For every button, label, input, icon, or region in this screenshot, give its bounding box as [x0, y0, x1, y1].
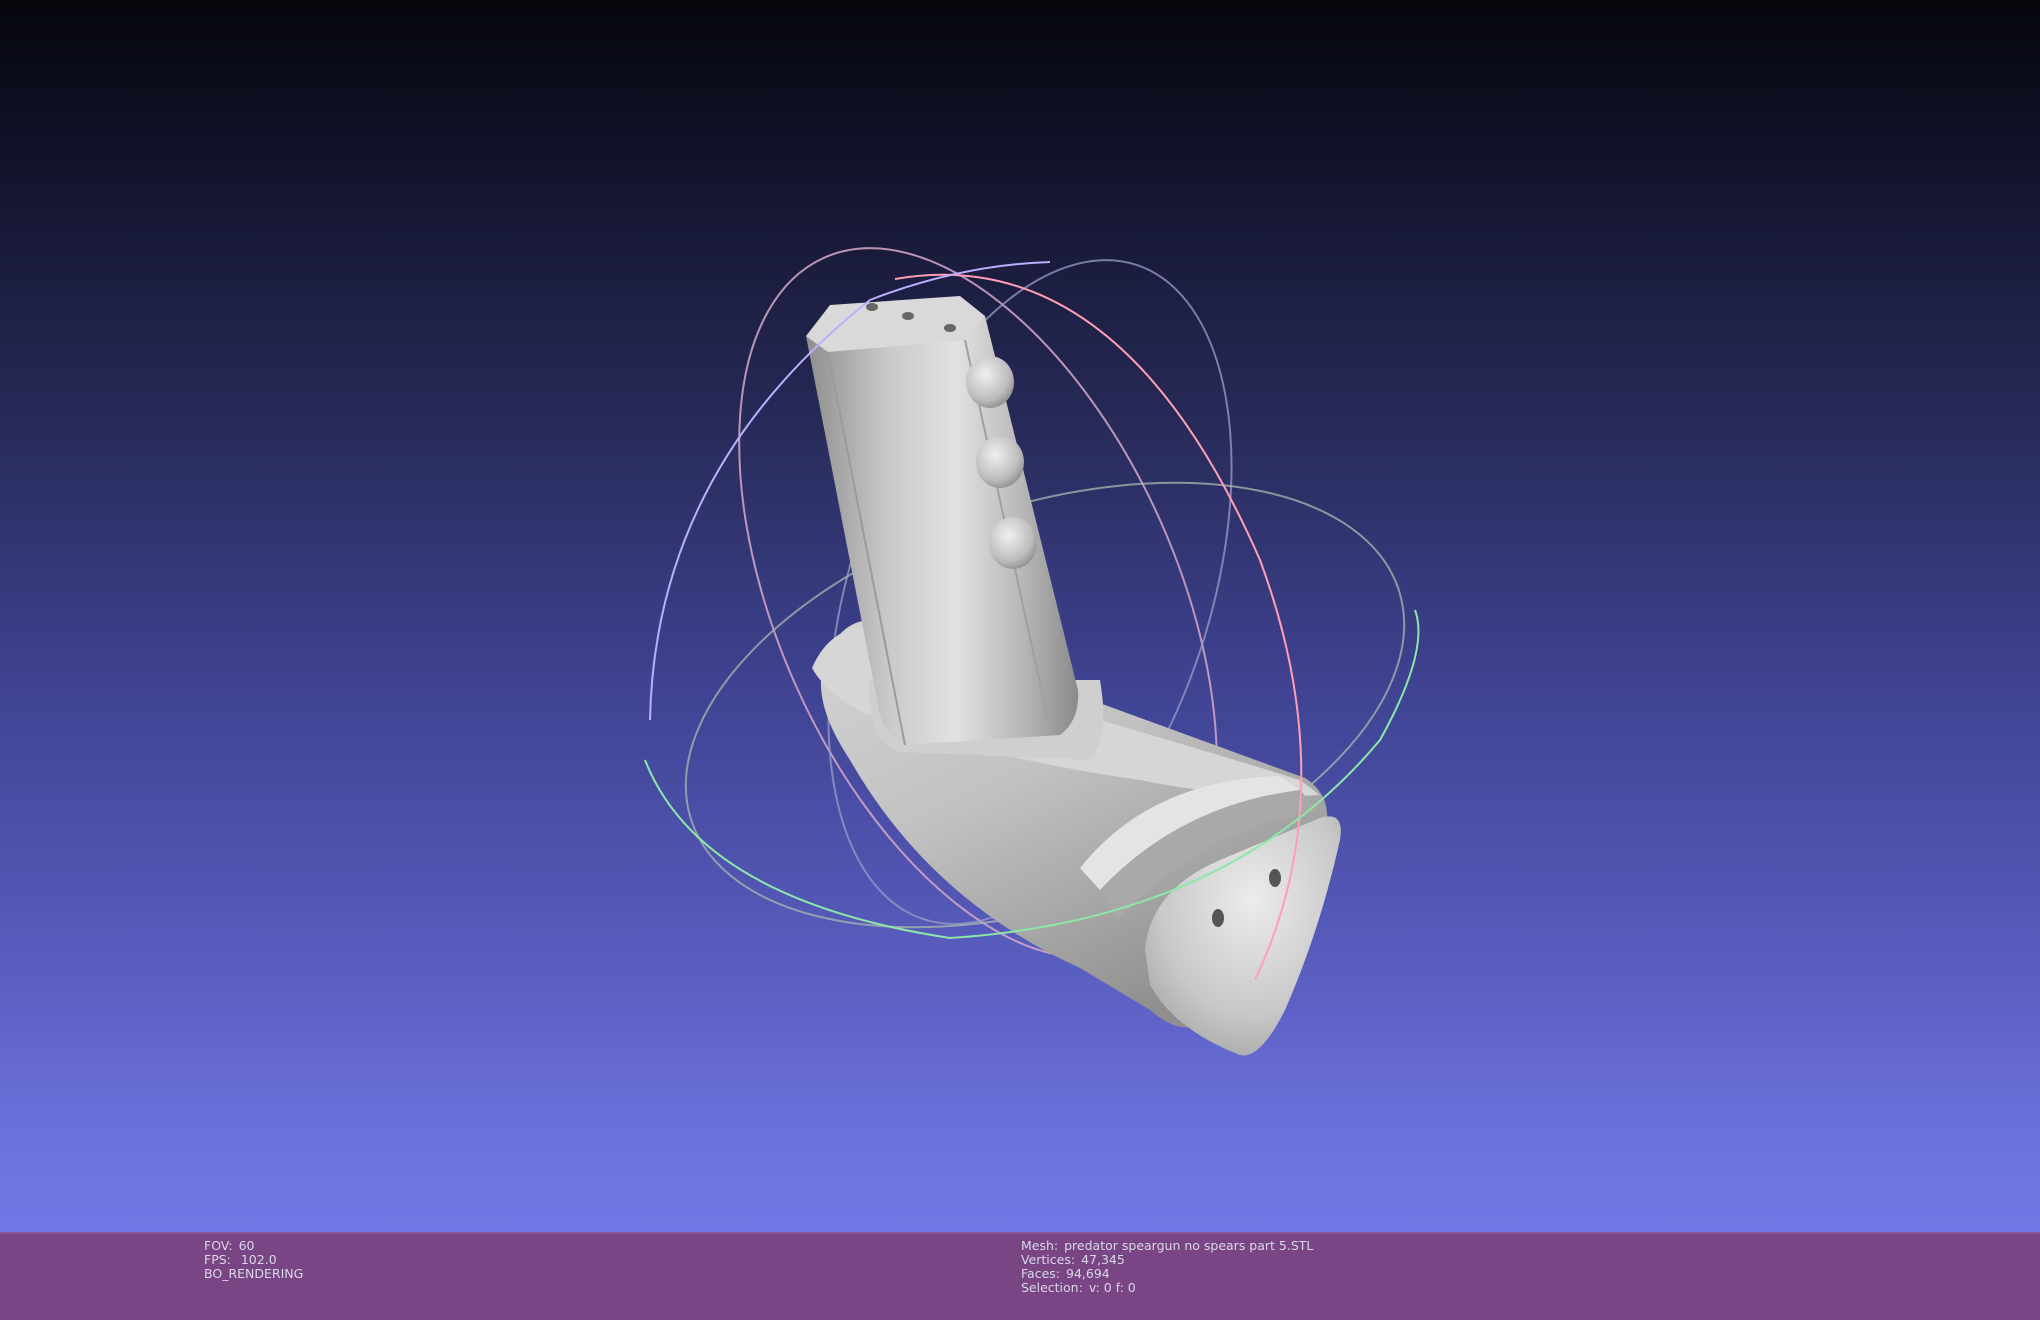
faces-readout: Faces: 94,694: [1021, 1267, 1313, 1281]
vertices-value: 47,345: [1081, 1252, 1125, 1267]
status-info-bar: FOV: 60 FPS: 102.0 BO_RENDERING Mesh: pred…: [0, 1232, 2040, 1320]
render-mode: BO_RENDERING: [204, 1266, 304, 1281]
selection-readout: Selection: v: 0 f: 0: [1021, 1281, 1313, 1295]
vertices-label: Vertices:: [1021, 1252, 1076, 1267]
fps-label: FPS:: [204, 1252, 231, 1267]
selection-label: Selection:: [1021, 1280, 1083, 1295]
mesh-knob-3: [989, 517, 1037, 569]
mesh-label: Mesh:: [1021, 1238, 1059, 1253]
viewer-info: FOV: 60 FPS: 102.0 BO_RENDERING: [204, 1239, 303, 1281]
mesh-top-hole-3: [944, 324, 956, 332]
fps-value: 102.0: [240, 1252, 277, 1267]
mesh-model[interactable]: [806, 296, 1341, 1056]
mesh-info: Mesh: predator speargun no spears part 5.…: [1021, 1239, 1313, 1295]
selection-value: v: 0 f: 0: [1088, 1280, 1136, 1295]
mesh-top-hole-2: [902, 312, 914, 320]
mesh-name: predator speargun no spears part 5.STL: [1064, 1238, 1314, 1253]
fps-readout: FPS: 102.0: [204, 1253, 303, 1267]
fov-value: 60: [238, 1238, 255, 1253]
fov-readout: FOV: 60: [204, 1239, 303, 1253]
mesh-cap-hole-2: [1269, 869, 1281, 887]
faces-label: Faces:: [1021, 1266, 1060, 1281]
mesh-name-readout: Mesh: predator speargun no spears part 5.…: [1021, 1239, 1313, 1253]
fov-label: FOV:: [204, 1238, 233, 1253]
3d-viewport[interactable]: [0, 0, 2040, 1232]
vertices-readout: Vertices: 47,345: [1021, 1253, 1313, 1267]
mesh-knob-1: [966, 356, 1014, 408]
mesh-cap-hole-1: [1212, 909, 1224, 927]
mesh-top-hole-1: [866, 303, 878, 311]
faces-value: 94,694: [1066, 1266, 1110, 1281]
mesh-knob-2: [976, 436, 1024, 488]
